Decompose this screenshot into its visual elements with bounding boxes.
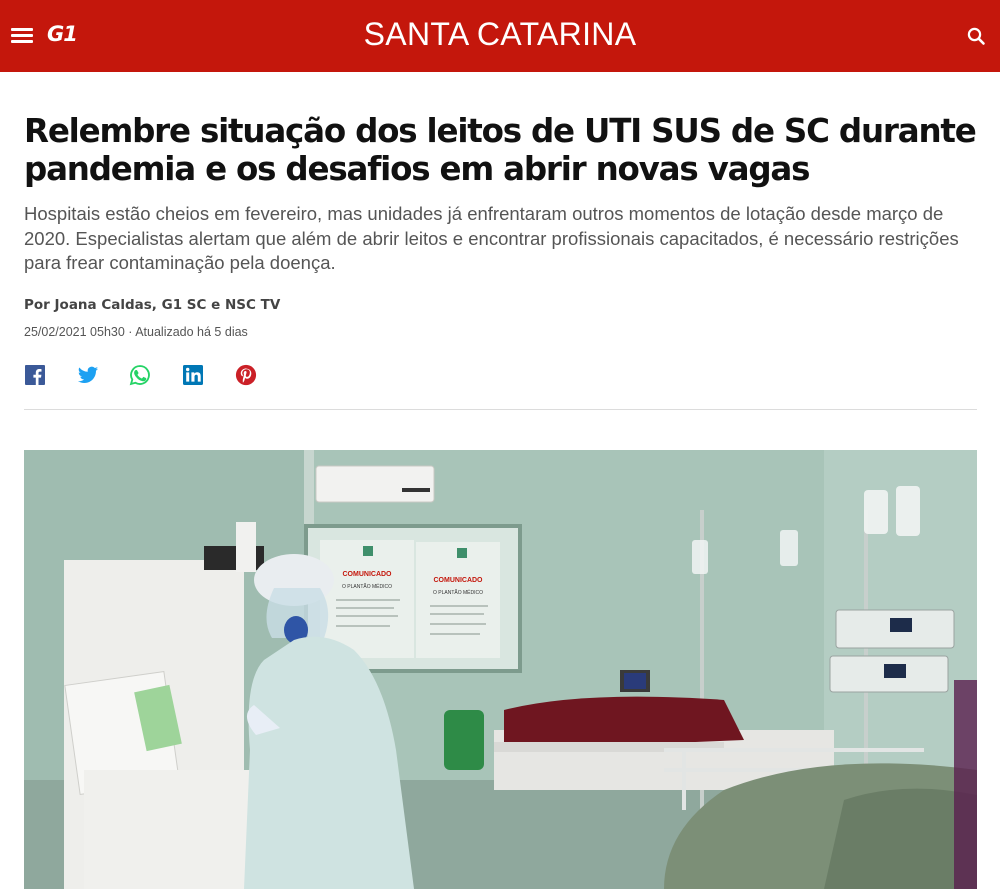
whatsapp-icon[interactable] xyxy=(129,364,151,386)
pinterest-icon[interactable] xyxy=(235,364,257,386)
search-icon[interactable] xyxy=(964,24,990,50)
article-photo: COMUNICADO O PLANTÃO MÉDICO COMUNICADO O… xyxy=(24,450,977,889)
poster-subtitle-left: O PLANTÃO MÉDICO xyxy=(342,583,392,590)
poster-subtitle-right: O PLANTÃO MÉDICO xyxy=(433,589,483,596)
twitter-icon[interactable] xyxy=(77,364,99,386)
article-dateline: 25/02/2021 05h30 · Atualizado há 5 dias xyxy=(24,325,248,339)
poster-title-right: COMUNICADO xyxy=(434,577,484,584)
top-header-bar: G1 SANTA CATARINA xyxy=(0,0,1000,72)
article-headline: Relembre situação dos leitos de UTI SUS … xyxy=(24,112,977,188)
article-byline: Por Joana Caldas, G1 SC e NSC TV xyxy=(24,297,281,313)
poster-title-left: COMUNICADO xyxy=(343,571,393,578)
article-subtitle: Hospitais estão cheios em fevereiro, mas… xyxy=(24,203,959,273)
linkedin-icon[interactable] xyxy=(182,364,204,386)
facebook-icon[interactable] xyxy=(24,364,46,386)
section-title[interactable]: SANTA CATARINA xyxy=(0,16,1000,53)
content-divider xyxy=(24,409,977,410)
